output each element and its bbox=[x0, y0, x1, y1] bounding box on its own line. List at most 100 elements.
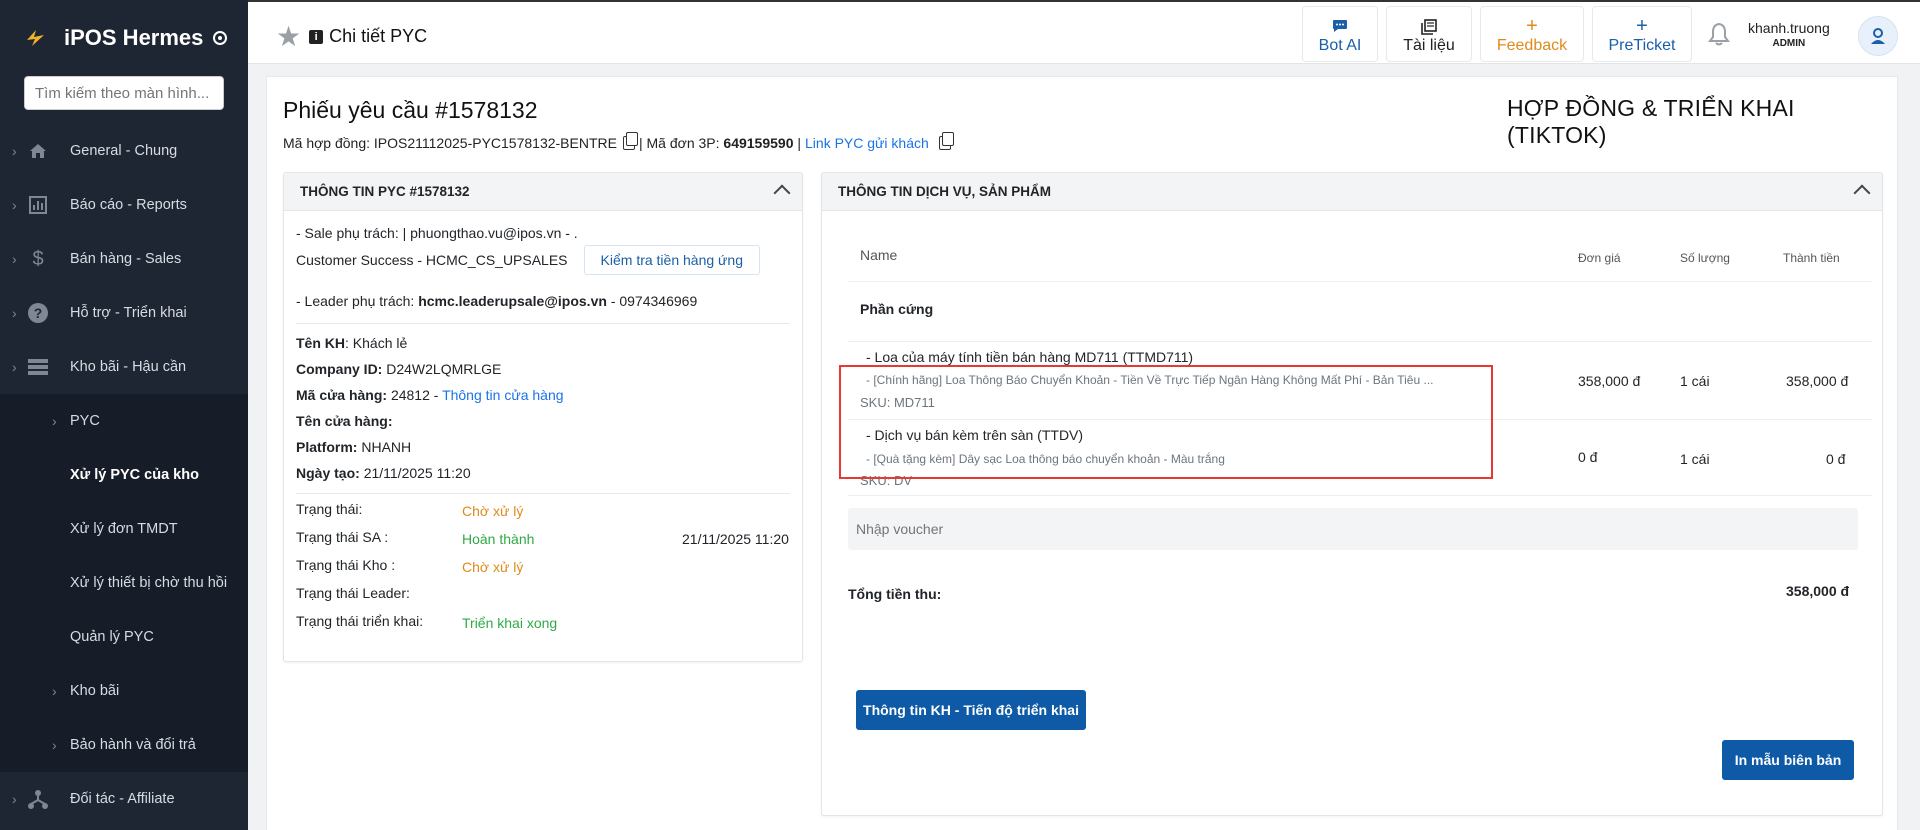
sidebar-item-general[interactable]: › General - Chung bbox=[0, 124, 248, 178]
sidebar-item-support[interactable]: › ? Hỗ trợ - Triển khai bbox=[0, 286, 248, 340]
copy-icon[interactable] bbox=[938, 132, 954, 150]
copy-icon[interactable] bbox=[622, 132, 638, 150]
column-header-name: Name bbox=[860, 247, 898, 263]
user-info[interactable]: khanh.truong ADMIN bbox=[1748, 20, 1830, 49]
company-row: Company ID: D24W2LQMRLGE bbox=[296, 361, 501, 377]
user-icon bbox=[1871, 28, 1885, 44]
sidebar-subitem-label: Xử lý PYC của kho bbox=[70, 467, 199, 483]
bot-ai-button[interactable]: Bot AI bbox=[1302, 6, 1378, 62]
sidebar-subitem-warranty[interactable]: › Bảo hành và đổi trả bbox=[0, 718, 248, 772]
chevron-right-icon: › bbox=[52, 683, 57, 699]
preticket-button[interactable]: + PreTicket bbox=[1592, 6, 1692, 62]
warehouse-submenu: › PYC Xử lý PYC của kho Xử lý đơn TMDT X… bbox=[0, 394, 248, 772]
topbar-title: Chi tiết PYC bbox=[329, 26, 428, 46]
created-row: Ngày tạo: 21/11/2025 11:20 bbox=[296, 465, 471, 481]
sidebar-item-sales[interactable]: › $ Bán hàng - Sales bbox=[0, 232, 248, 286]
status-warehouse-value: Chờ xử lý bbox=[462, 559, 524, 575]
divider bbox=[848, 495, 1872, 496]
status-warehouse-label: Trạng thái Kho : bbox=[296, 557, 396, 573]
product-qty: 1 cái bbox=[1680, 451, 1710, 467]
voucher-input[interactable] bbox=[848, 508, 1858, 550]
sidebar-item-warehouse[interactable]: › Kho bãi - Hậu cần bbox=[0, 340, 248, 394]
sidebar-search-input[interactable] bbox=[24, 76, 224, 110]
avatar[interactable] bbox=[1858, 16, 1898, 56]
highlight-box bbox=[839, 365, 1493, 479]
sidebar-subitem-recall-devices[interactable]: Xử lý thiết bị chờ thu hồi bbox=[0, 556, 248, 610]
sidebar-subitem-tmdt[interactable]: Xử lý đơn TMDT bbox=[0, 502, 248, 556]
order-value: 649159590 bbox=[723, 135, 794, 151]
chevron-up-icon[interactable] bbox=[1853, 184, 1871, 202]
preticket-label: PreTicket bbox=[1608, 37, 1676, 54]
page-title: Phiếu yêu cầu #1578132 bbox=[283, 97, 538, 123]
panel-title: THÔNG TIN PYC #1578132 bbox=[300, 184, 470, 199]
report-chart-icon bbox=[26, 193, 50, 217]
sidebar-item-label: Bán hàng - Sales bbox=[70, 251, 182, 267]
pyc-info-panel: THÔNG TIN PYC #1578132 - Sale phụ trách:… bbox=[283, 172, 803, 662]
created-value: 21/11/2025 11:20 bbox=[363, 465, 471, 481]
docs-icon bbox=[1387, 19, 1471, 35]
store-info-link[interactable]: Thông tin cửa hàng bbox=[442, 387, 563, 403]
status-deploy-value: Triển khai xong bbox=[462, 615, 558, 631]
status-sa-date: 21/11/2025 11:20 bbox=[682, 531, 789, 547]
panel-header[interactable]: THÔNG TIN DỊCH VỤ, SẢN PHẨM bbox=[822, 173, 1882, 211]
sidebar-item-label: General - Chung bbox=[70, 143, 178, 159]
company-label: Company ID: bbox=[296, 361, 383, 377]
panel-header[interactable]: THÔNG TIN PYC #1578132 bbox=[284, 173, 802, 211]
sidebar-subitem-warehouse[interactable]: › Kho bãi bbox=[0, 664, 248, 718]
bell-icon[interactable] bbox=[1708, 22, 1730, 52]
store-code-label: Mã cửa hàng: bbox=[296, 387, 388, 403]
cs-row: Customer Success - HCMC_CS_UPSALES Kiểm … bbox=[296, 245, 760, 275]
radio-dot-icon[interactable] bbox=[213, 31, 228, 45]
divider bbox=[296, 493, 790, 494]
dollar-icon: $ bbox=[32, 247, 44, 270]
total-label: Tổng tiền thu: bbox=[848, 586, 942, 602]
customer-row: Tên KH: Khách lẻ bbox=[296, 335, 407, 351]
sidebar-subitem-label: PYC bbox=[70, 413, 100, 429]
sidebar-item-affiliate[interactable]: › Đối tác - Affiliate bbox=[0, 772, 248, 826]
brand-logo-icon bbox=[27, 30, 44, 46]
sidebar-item-label: Kho bãi - Hậu cần bbox=[70, 359, 187, 375]
status-sa-label: Trạng thái SA : bbox=[296, 529, 389, 545]
product-name: - Loa của máy tính tiền bán hàng MD711 (… bbox=[866, 349, 1194, 365]
print-report-button[interactable]: In mẫu biên bản bbox=[1722, 740, 1854, 780]
store-name-row: Tên cửa hàng: bbox=[296, 413, 392, 429]
chevron-up-icon[interactable] bbox=[773, 184, 791, 202]
column-header-price: Đơn giá bbox=[1578, 251, 1621, 265]
user-role: ADMIN bbox=[1772, 38, 1806, 49]
docs-label: Tài liệu bbox=[1403, 37, 1455, 54]
contract-info: Mã hợp đồng: IPOS21112025-PYC1578132-BEN… bbox=[283, 132, 955, 151]
brand[interactable]: iPOS Hermes bbox=[0, 0, 248, 76]
warehouse-list-icon bbox=[26, 355, 50, 379]
chevron-right-icon: › bbox=[52, 413, 57, 429]
product-price: 0 đ bbox=[1578, 449, 1598, 465]
sidebar-subitem-process-pyc[interactable]: Xử lý PYC của kho bbox=[0, 448, 248, 502]
customer-link[interactable]: Link PYC gửi khách bbox=[805, 135, 929, 151]
main-content: Phiếu yêu cầu #1578132 Mã hợp đồng: IPOS… bbox=[266, 76, 1898, 830]
leader-phone: - 0974346969 bbox=[610, 293, 698, 309]
divider bbox=[848, 341, 1872, 342]
feedback-button[interactable]: + Feedback bbox=[1480, 6, 1584, 62]
store-code-value: 24812 - bbox=[390, 387, 439, 403]
contract-value: IPOS21112025-PYC1578132-BENTRE bbox=[373, 135, 617, 151]
contract-label: Mã hợp đồng: bbox=[283, 135, 371, 151]
separator: | bbox=[797, 135, 802, 151]
sidebar: iPOS Hermes › General - Chung › Báo cáo … bbox=[0, 0, 248, 830]
topbar: ★ i Chi tiết PYC Bot AI Tài liệu + Feedb… bbox=[248, 0, 1920, 64]
platform-row: Platform: NHANH bbox=[296, 439, 411, 455]
check-advance-button[interactable]: Kiểm tra tiền hàng ứng bbox=[583, 245, 760, 275]
docs-button[interactable]: Tài liệu bbox=[1386, 6, 1472, 62]
status-sa-value: Hoàn thành bbox=[462, 531, 535, 547]
star-icon[interactable]: ★ bbox=[276, 20, 301, 53]
status-deploy-label: Trạng thái triển khai: bbox=[296, 613, 424, 629]
column-header-total: Thành tiền bbox=[1783, 251, 1840, 265]
total-value: 358,000 đ bbox=[1786, 583, 1850, 599]
chevron-right-icon: › bbox=[52, 737, 57, 753]
sidebar-item-label: Hỗ trợ - Triển khai bbox=[70, 305, 187, 321]
sidebar-subitem-manage-pyc[interactable]: Quản lý PYC bbox=[0, 610, 248, 664]
sidebar-item-label: Đối tác - Affiliate bbox=[70, 791, 175, 807]
customer-progress-button[interactable]: Thông tin KH - Tiến độ triển khai bbox=[856, 690, 1086, 730]
sidebar-item-reports[interactable]: › Báo cáo - Reports bbox=[0, 178, 248, 232]
plus-icon: + bbox=[1636, 15, 1648, 37]
sidebar-subitem-pyc[interactable]: › PYC bbox=[0, 394, 248, 448]
product-qty: 1 cái bbox=[1680, 373, 1710, 389]
